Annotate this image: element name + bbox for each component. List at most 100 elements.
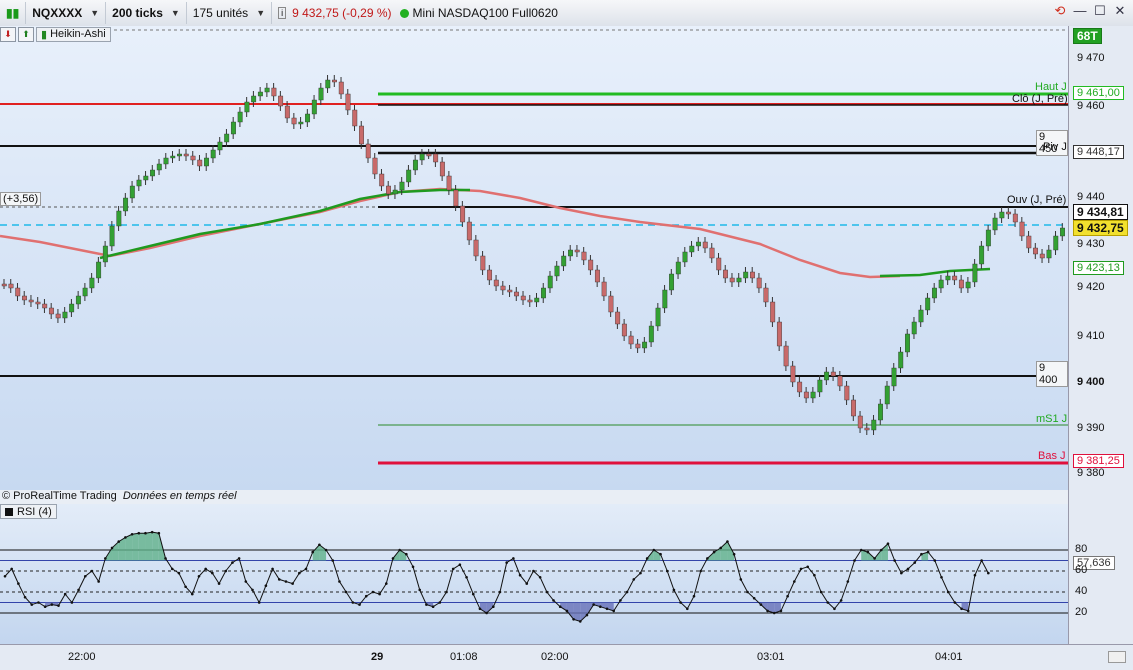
candle-body <box>534 297 540 303</box>
candle-body <box>359 125 364 145</box>
info-icon[interactable]: i <box>278 7 287 19</box>
rsi-overbought-fill <box>152 532 159 561</box>
candle-body <box>386 185 391 195</box>
arrow-down-icon[interactable]: ⬇ <box>0 26 16 42</box>
candle-body <box>318 87 324 101</box>
rsi-point <box>987 571 990 575</box>
rsi-point <box>585 613 589 617</box>
rsi-point <box>645 557 649 560</box>
refresh-icon[interactable]: ⟲ <box>1051 3 1069 19</box>
candle-body <box>736 277 742 283</box>
candle-body <box>338 81 344 95</box>
rsi-point <box>819 590 823 594</box>
candle-body <box>204 157 209 167</box>
rsi-point <box>291 582 294 585</box>
minimize-icon[interactable]: — <box>1071 3 1089 19</box>
candle-body <box>729 277 735 283</box>
units-selector[interactable]: 175 unités ▼ <box>187 2 273 24</box>
candle-body <box>689 245 695 253</box>
candle-body <box>648 325 654 343</box>
candle-body <box>251 95 257 103</box>
chevron-down-icon: ▼ <box>90 8 100 18</box>
rsi-point <box>639 571 642 575</box>
price-chart-panel[interactable]: (+3,56) 9 450 9 400 Haut J Clô (J, Pré) … <box>0 26 1068 502</box>
top-toolbar: ▮▮ NQXXXX ▼ 200 ticks ▼ 175 unités ▼ i 9 43… <box>0 0 1133 27</box>
rsi-overbought-fill <box>145 532 153 561</box>
rsi-point <box>10 567 13 571</box>
candle-body <box>642 341 648 349</box>
chart-style-selector[interactable]: ▮ Heikin-Ashi <box>36 26 111 42</box>
candle-body <box>783 345 789 367</box>
candle-body <box>992 217 998 231</box>
scroll-handle-icon[interactable] <box>1108 651 1126 663</box>
candle-body <box>675 261 681 275</box>
candle-body <box>682 251 688 263</box>
candle-body <box>749 271 755 279</box>
candle-body <box>419 153 425 161</box>
candle-body <box>230 121 236 135</box>
candle-body <box>291 117 297 125</box>
candle-body <box>554 265 560 277</box>
footer-credit: © ProRealTime Trading Données en temps r… <box>2 490 237 502</box>
candle-body <box>55 313 61 319</box>
price-change: (-0,29 %) <box>342 6 392 20</box>
rsi-point <box>578 620 582 623</box>
rsi-point <box>37 601 40 604</box>
rsi-point <box>478 607 482 611</box>
candle-body <box>136 179 142 187</box>
label-ms1: mS1 J <box>1036 413 1068 425</box>
rsi-point <box>204 567 207 571</box>
rsi-point <box>264 584 268 587</box>
time-label: 22:00 <box>68 651 96 663</box>
candle-body <box>82 287 88 297</box>
price-axis[interactable]: 68T 9 4709 4609 4509 4409 4309 4209 4109… <box>1068 26 1133 644</box>
candle-body <box>588 259 594 271</box>
candle-body <box>884 385 890 405</box>
rsi-point <box>438 601 442 604</box>
rsi-point <box>946 590 950 594</box>
sub-toolbar: ⬇ ⬆ ▮ Heikin-Ashi <box>0 26 111 42</box>
rsi-point <box>271 567 274 571</box>
rsi-point <box>766 609 769 613</box>
rsi-point <box>619 599 622 602</box>
candle-body <box>406 169 412 183</box>
rsi-point <box>612 609 616 613</box>
candle-body <box>527 299 533 303</box>
rsi-point <box>605 607 609 611</box>
rsi-point <box>445 590 448 594</box>
rsi-point <box>43 605 47 608</box>
time-axis[interactable]: 22:00 29 01:08 02:00 03:01 04:01 <box>0 644 1133 670</box>
rsi-point <box>706 557 709 560</box>
rsi-title[interactable]: RSI (4) <box>0 504 57 519</box>
candle-body <box>844 385 850 401</box>
candle-body <box>864 427 870 431</box>
candle-body <box>170 155 176 159</box>
rsi-point <box>672 588 676 592</box>
chart-icon-box[interactable]: ▮▮ <box>0 2 27 24</box>
rsi-panel[interactable]: RSI (4) <box>0 504 1068 644</box>
candle-body <box>177 153 182 157</box>
rsi-point <box>277 578 281 581</box>
label-clo: Clô (J, Pré) <box>1012 93 1068 105</box>
rsi-point <box>518 573 522 577</box>
rsi-point <box>538 576 542 579</box>
rsi-point <box>237 557 241 560</box>
axis-tick-label: 9 390 <box>1077 422 1105 434</box>
candle-body <box>278 95 284 107</box>
rsi-point <box>217 582 221 585</box>
candle-body <box>197 159 203 167</box>
candle-body <box>298 121 304 125</box>
rsi-point <box>665 569 669 573</box>
interval-selector[interactable]: 200 ticks ▼ <box>106 2 187 24</box>
candle-body <box>837 375 843 387</box>
candle-body <box>696 241 701 247</box>
close-icon[interactable]: ✕ <box>1111 3 1129 19</box>
instrument-selector[interactable]: NQXXXX ▼ <box>26 2 107 24</box>
arrow-up-icon[interactable]: ⬆ <box>18 26 34 42</box>
maximize-icon[interactable]: ☐ <box>1091 3 1109 19</box>
rsi-point <box>391 557 395 560</box>
candle-body <box>662 289 668 309</box>
rsi-point <box>565 609 569 613</box>
candle-body <box>561 255 567 267</box>
rsi-point <box>17 582 20 585</box>
